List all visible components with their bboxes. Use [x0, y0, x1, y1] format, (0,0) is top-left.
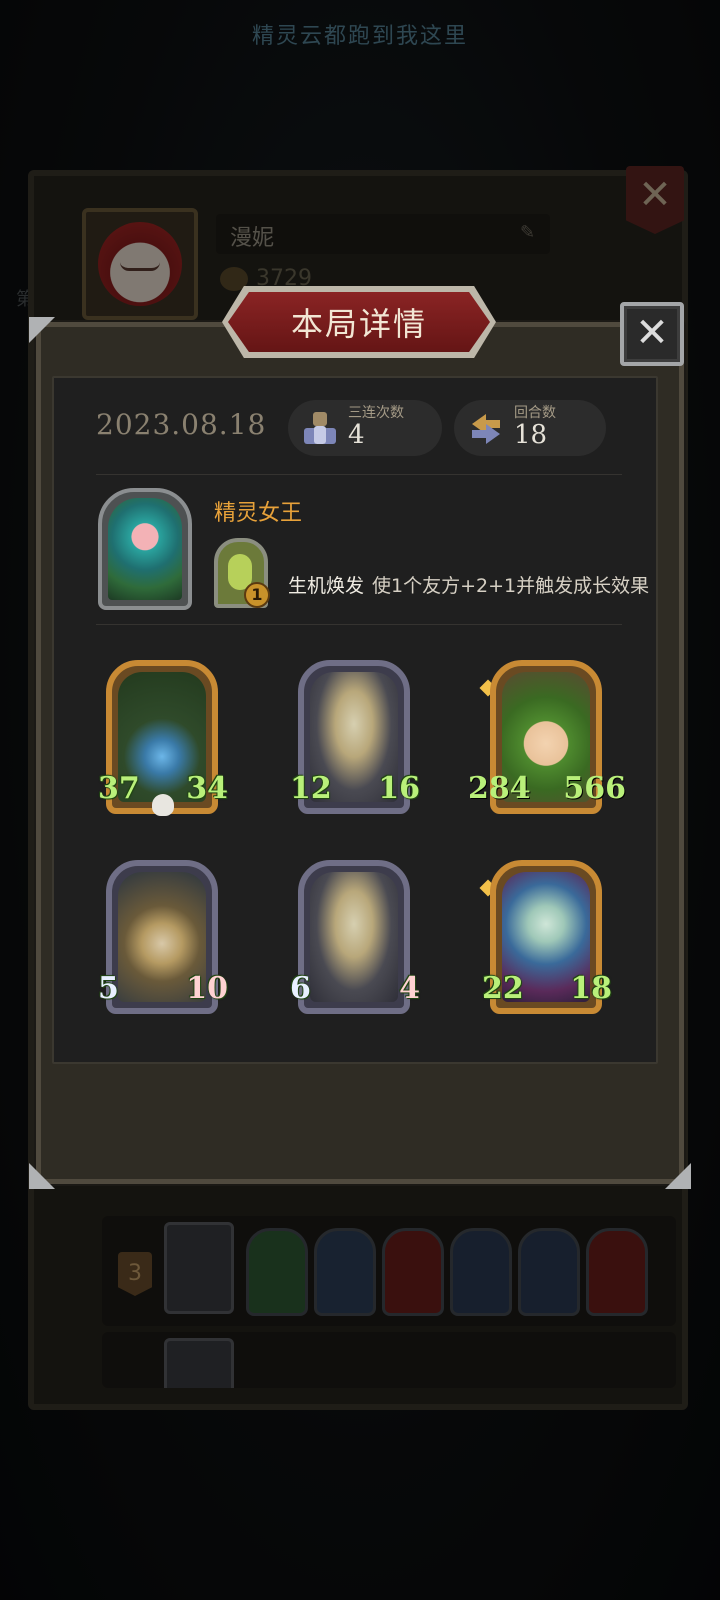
skill-name: 生机焕发 [288, 575, 365, 597]
unit-attack: 22 [482, 971, 524, 1015]
unit-health: 566 [563, 771, 626, 806]
unit-attack: 284 [468, 771, 531, 806]
unit-attack: 5 [98, 971, 140, 1015]
skill-level-badge: 1 [244, 582, 270, 608]
rounds-stat: 回合数 18 [454, 400, 606, 456]
unit-health: 4 [378, 971, 420, 1015]
title-plate: 本局详情 [228, 292, 490, 352]
unit-card[interactable]: 37 34 [98, 660, 228, 818]
divider [96, 474, 622, 475]
rounds-label: 回合数 [514, 405, 556, 421]
triples-stat: 三连次数 4 [288, 400, 442, 456]
skill-text: 使1个友方+2+1并触发成长效果 [372, 575, 650, 597]
unit-health: 34 [186, 771, 228, 815]
close-icon: ✕ [635, 310, 669, 356]
card-frame [298, 860, 410, 1014]
unit-attack: 6 [290, 971, 332, 1015]
close-button[interactable]: ✕ [620, 302, 684, 366]
unit-health: 18 [570, 971, 612, 1015]
unit-card[interactable]: 6 4 [290, 860, 420, 1018]
unit-card[interactable]: 12 16 [290, 660, 420, 818]
stack-icon [304, 412, 336, 444]
unit-health: 10 [186, 971, 228, 1015]
unit-attack: 12 [290, 771, 332, 815]
unit-card[interactable]: 22 18 [479, 860, 612, 1018]
corner-decoration [665, 1163, 691, 1189]
unit-art [310, 872, 398, 1002]
hero-portrait[interactable] [98, 488, 192, 610]
skull-icon [152, 794, 174, 816]
rounds-value: 18 [514, 420, 548, 450]
unit-health: 16 [378, 771, 420, 815]
triples-label: 三连次数 [348, 405, 404, 421]
unit-attack: 37 [98, 771, 140, 815]
hero-art [108, 498, 182, 600]
triples-value: 4 [348, 420, 365, 450]
dialog-title: 本局详情 [290, 305, 427, 343]
unit-card[interactable]: 284 566 [468, 660, 626, 818]
match-date: 2023.08.18 [96, 408, 267, 441]
unit-card[interactable]: 5 10 [98, 860, 228, 1018]
hero-name: 精灵女王 [214, 501, 303, 526]
cycle-arrows-icon [472, 414, 500, 444]
divider [96, 624, 622, 625]
skill-description: 生机焕发 使1个友方+2+1并触发成长效果 [288, 571, 649, 598]
